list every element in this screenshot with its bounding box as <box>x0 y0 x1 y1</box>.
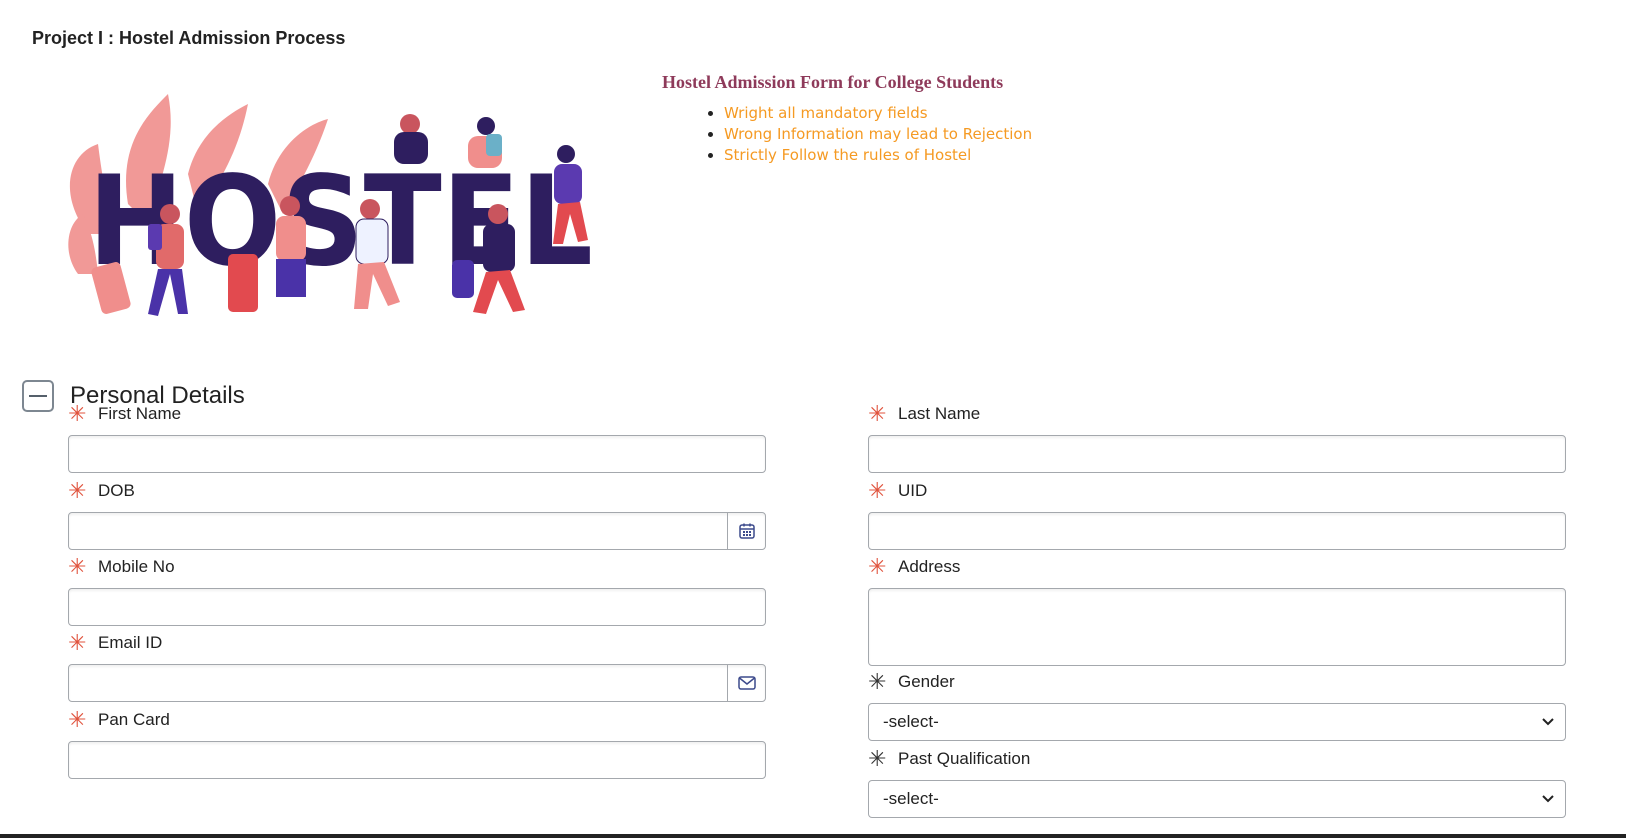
email-input[interactable] <box>69 665 727 701</box>
first-name-label: First Name <box>98 404 182 423</box>
chevron-down-icon <box>1542 795 1554 803</box>
bottom-border <box>0 834 1626 838</box>
gender-group: ✳ Gender -select- <box>868 671 1568 741</box>
gender-selected-value: -select- <box>883 712 939 731</box>
hostel-illustration: HOSTEL <box>68 94 593 316</box>
rule-item: Wrong Information may lead to Rejection <box>724 124 1032 145</box>
uid-label: UID <box>898 481 928 500</box>
dob-label: DOB <box>98 481 135 500</box>
pan-input[interactable] <box>69 742 765 778</box>
asterisk-icon: ✳ <box>68 478 87 503</box>
address-group: ✳ Address <box>868 556 1568 666</box>
collapse-toggle-button[interactable] <box>22 380 54 412</box>
qualification-label: Past Qualification <box>898 749 1031 768</box>
asterisk-icon: ✳ <box>868 746 887 771</box>
email-addon <box>727 665 765 701</box>
last-name-input[interactable] <box>869 436 1565 472</box>
dob-group: ✳ DOB <box>68 480 768 550</box>
address-textarea[interactable] <box>868 588 1566 666</box>
last-name-label: Last Name <box>898 404 981 423</box>
qualification-select[interactable]: -select- <box>868 780 1566 818</box>
asterisk-icon: ✳ <box>868 669 887 694</box>
chevron-down-icon <box>1542 718 1554 726</box>
minus-icon <box>29 395 47 397</box>
calendar-button[interactable] <box>727 513 765 549</box>
rule-item: Wright all mandatory fields <box>724 103 1032 124</box>
asterisk-icon: ✳ <box>868 401 887 426</box>
email-label: Email ID <box>98 633 163 652</box>
qualification-selected-value: -select- <box>883 789 939 808</box>
asterisk-icon: ✳ <box>68 630 87 655</box>
page-title: Project I : Hostel Admission Process <box>32 28 346 48</box>
pan-label: Pan Card <box>98 710 170 729</box>
email-group: ✳ Email ID <box>68 632 768 702</box>
form-heading: Hostel Admission Form for College Studen… <box>662 72 1004 92</box>
envelope-icon <box>737 676 756 690</box>
pan-group: ✳ Pan Card <box>68 709 768 779</box>
uid-input[interactable] <box>869 513 1565 549</box>
last-name-group: ✳ Last Name <box>868 403 1568 473</box>
dob-input[interactable] <box>69 513 727 549</box>
gender-select[interactable]: -select- <box>868 703 1566 741</box>
mobile-input[interactable] <box>69 589 765 625</box>
gender-label: Gender <box>898 672 955 691</box>
asterisk-icon: ✳ <box>868 554 887 579</box>
asterisk-icon: ✳ <box>68 707 87 732</box>
qualification-group: ✳ Past Qualification -select- <box>868 748 1568 818</box>
first-name-group: ✳ First Name <box>68 403 768 473</box>
rules-list: Wright all mandatory fields Wrong Inform… <box>662 103 1032 166</box>
asterisk-icon: ✳ <box>68 554 87 579</box>
mobile-group: ✳ Mobile No <box>68 556 768 626</box>
asterisk-icon: ✳ <box>868 478 887 503</box>
info-panel: Hostel Admission Form for College Studen… <box>662 72 1032 166</box>
address-label: Address <box>898 557 961 576</box>
calendar-icon <box>738 523 755 539</box>
first-name-input[interactable] <box>69 436 765 472</box>
mobile-label: Mobile No <box>98 557 175 576</box>
uid-group: ✳ UID <box>868 480 1568 550</box>
asterisk-icon: ✳ <box>68 401 87 426</box>
rule-item: Strictly Follow the rules of Hostel <box>724 145 1032 166</box>
